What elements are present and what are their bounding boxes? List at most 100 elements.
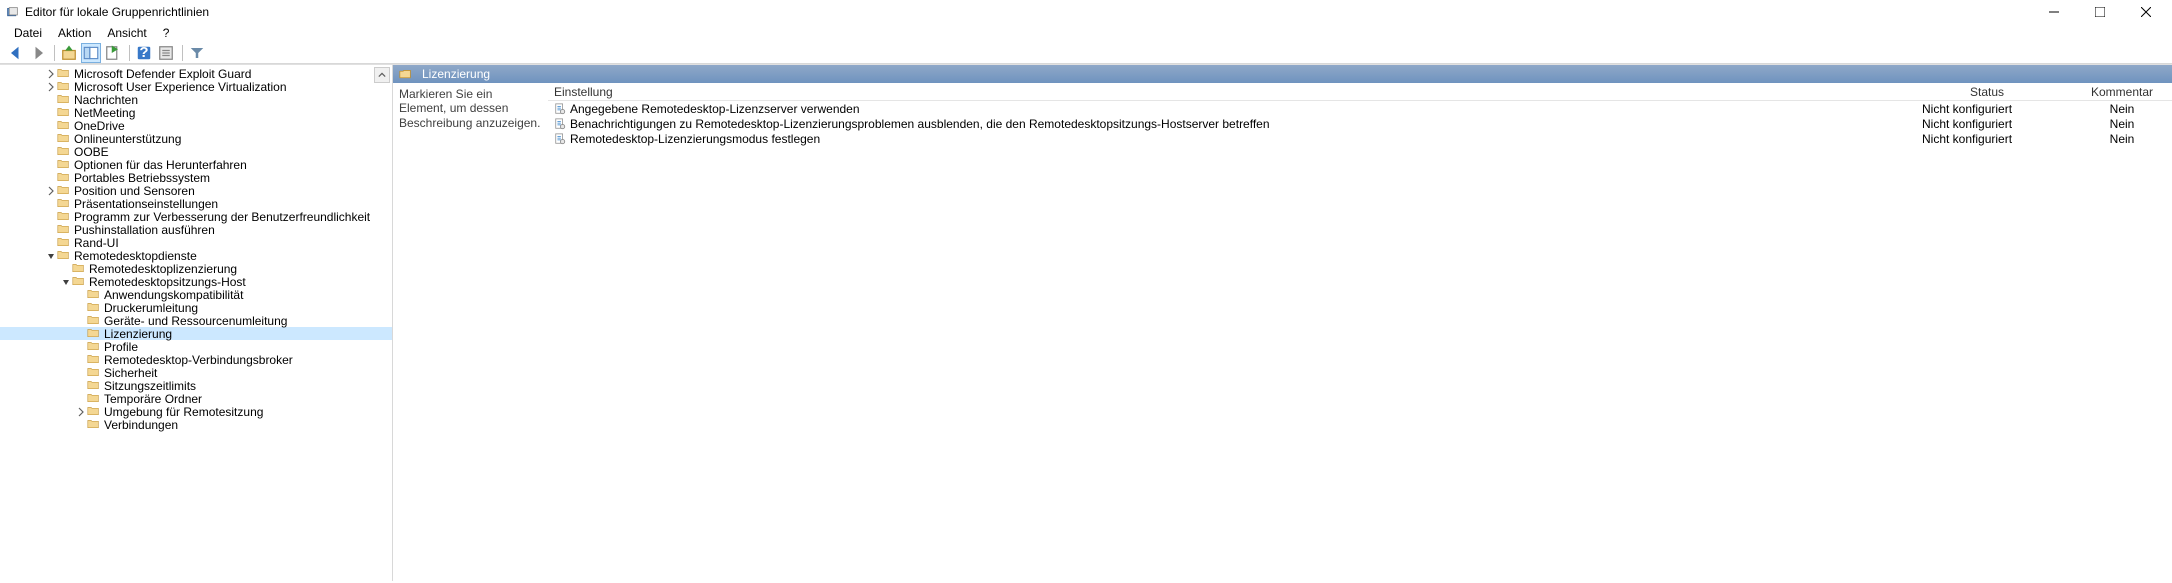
chevron-down-icon[interactable]: [60, 276, 72, 288]
tree-item-label: Microsoft User Experience Virtualization: [74, 80, 287, 94]
folder-icon: [57, 236, 70, 249]
folder-icon: [57, 158, 70, 171]
settings-list: Einstellung Status Kommentar Angegebene …: [548, 83, 2172, 581]
folder-icon: [87, 392, 100, 405]
chevron-down-icon[interactable]: [45, 250, 57, 262]
col-header-setting[interactable]: Einstellung: [548, 83, 1902, 100]
folder-icon: [399, 68, 412, 81]
setting-name: Benachrichtigungen zu Remotedesktop-Lize…: [570, 117, 1270, 131]
tree-item[interactable]: Druckerumleitung: [0, 301, 392, 314]
tree-item-label: Remotedesktopdienste: [74, 249, 197, 263]
tree-item[interactable]: Rand-UI: [0, 236, 392, 249]
help-button[interactable]: ?: [134, 43, 154, 63]
tree-item[interactable]: Remotedesktopsitzungs-Host: [0, 275, 392, 288]
filter-button[interactable]: [187, 43, 207, 63]
title-bar: Editor für lokale Gruppenrichtlinien: [0, 0, 2172, 24]
tree-item[interactable]: Microsoft Defender Exploit Guard: [0, 67, 392, 80]
tree-item[interactable]: Anwendungskompatibilität: [0, 288, 392, 301]
col-header-status[interactable]: Status: [1902, 83, 2072, 100]
folder-icon: [57, 249, 70, 262]
tree-item[interactable]: OOBE: [0, 145, 392, 158]
tree-item[interactable]: Profile: [0, 340, 392, 353]
tree[interactable]: Microsoft Defender Exploit GuardMicrosof…: [0, 65, 392, 433]
tree-item[interactable]: Umgebung für Remotesitzung: [0, 405, 392, 418]
tree-item-label: Lizenzierung: [104, 327, 172, 341]
col-header-comment[interactable]: Kommentar: [2072, 83, 2172, 100]
tree-item[interactable]: Programm zur Verbesserung der Benutzerfr…: [0, 210, 392, 223]
details-pane: Lizenzierung Markieren Sie ein Element, …: [393, 65, 2172, 581]
tree-item[interactable]: Remotedesktoplizenzierung: [0, 262, 392, 275]
details-header-label: Lizenzierung: [422, 67, 490, 81]
column-headers: Einstellung Status Kommentar: [548, 83, 2172, 101]
chevron-right-icon[interactable]: [45, 68, 57, 80]
tree-item[interactable]: Sitzungszeitlimits: [0, 379, 392, 392]
expander-spacer: [75, 393, 87, 405]
tree-item[interactable]: Temporäre Ordner: [0, 392, 392, 405]
up-button[interactable]: [59, 43, 79, 63]
folder-icon: [72, 275, 85, 288]
chevron-right-icon[interactable]: [45, 185, 57, 197]
tree-item[interactable]: NetMeeting: [0, 106, 392, 119]
tree-item[interactable]: OneDrive: [0, 119, 392, 132]
expander-spacer: [45, 94, 57, 106]
folder-icon: [57, 145, 70, 158]
toolbar-separator: [54, 45, 55, 61]
chevron-right-icon[interactable]: [45, 81, 57, 93]
settings-row[interactable]: Angegebene Remotedesktop-Lizenzserver ve…: [548, 101, 2172, 116]
tree-item-label: Portables Betriebssystem: [74, 171, 210, 185]
chevron-right-icon[interactable]: [75, 406, 87, 418]
menu-help[interactable]: ?: [155, 25, 178, 41]
tree-item-label: Remotedesktop-Verbindungsbroker: [104, 353, 293, 367]
tree-item[interactable]: Pushinstallation ausführen: [0, 223, 392, 236]
maximize-button[interactable]: [2088, 3, 2112, 21]
description-text: Markieren Sie ein Element, um dessen Bes…: [399, 87, 540, 130]
back-button[interactable]: [6, 43, 26, 63]
export-button[interactable]: [103, 43, 123, 63]
setting-status: Nicht konfiguriert: [1902, 102, 2072, 116]
setting-name: Remotedesktop-Lizenzierungsmodus festleg…: [570, 132, 820, 146]
expander-spacer: [45, 120, 57, 132]
expander-spacer: [45, 198, 57, 210]
tree-item-label: Sitzungszeitlimits: [104, 379, 196, 393]
main-area: Microsoft Defender Exploit GuardMicrosof…: [0, 64, 2172, 581]
menu-action[interactable]: Aktion: [50, 25, 99, 41]
scroll-up-icon[interactable]: [374, 67, 390, 83]
folder-icon: [87, 405, 100, 418]
tree-item[interactable]: Remotedesktopdienste: [0, 249, 392, 262]
tree-item[interactable]: Geräte- und Ressourcenumleitung: [0, 314, 392, 327]
tree-item-label: Druckerumleitung: [104, 301, 198, 315]
close-button[interactable]: [2134, 3, 2158, 21]
minimize-button[interactable]: [2042, 3, 2066, 21]
policy-icon: [554, 103, 566, 115]
tree-item[interactable]: Optionen für das Herunterfahren: [0, 158, 392, 171]
settings-row[interactable]: Remotedesktop-Lizenzierungsmodus festleg…: [548, 131, 2172, 146]
tree-item[interactable]: Lizenzierung: [0, 327, 392, 340]
tree-item[interactable]: Präsentationseinstellungen: [0, 197, 392, 210]
tree-item[interactable]: Onlineunterstützung: [0, 132, 392, 145]
tree-item[interactable]: Portables Betriebssystem: [0, 171, 392, 184]
tree-item[interactable]: Sicherheit: [0, 366, 392, 379]
toolbar-separator: [182, 45, 183, 61]
menu-file[interactable]: Datei: [6, 25, 50, 41]
expander-spacer: [45, 237, 57, 249]
tree-item[interactable]: Microsoft User Experience Virtualization: [0, 80, 392, 93]
tree-item[interactable]: Verbindungen: [0, 418, 392, 431]
forward-button[interactable]: [28, 43, 48, 63]
tree-item-label: Geräte- und Ressourcenumleitung: [104, 314, 287, 328]
settings-rows: Angegebene Remotedesktop-Lizenzserver ve…: [548, 101, 2172, 146]
policy-icon: [554, 118, 566, 130]
tree-item-label: Programm zur Verbesserung der Benutzerfr…: [74, 210, 370, 224]
tree-item[interactable]: Position und Sensoren: [0, 184, 392, 197]
expander-spacer: [75, 289, 87, 301]
properties-button[interactable]: [156, 43, 176, 63]
settings-row[interactable]: Benachrichtigungen zu Remotedesktop-Lize…: [548, 116, 2172, 131]
menu-view[interactable]: Ansicht: [99, 25, 154, 41]
tree-item-label: Rand-UI: [74, 236, 119, 250]
folder-icon: [57, 119, 70, 132]
tree-item[interactable]: Nachrichten: [0, 93, 392, 106]
folder-icon: [72, 262, 85, 275]
tree-item[interactable]: Remotedesktop-Verbindungsbroker: [0, 353, 392, 366]
tree-item-label: OneDrive: [74, 119, 125, 133]
show-hide-tree-button[interactable]: [81, 43, 101, 63]
toolbar-separator: [129, 45, 130, 61]
